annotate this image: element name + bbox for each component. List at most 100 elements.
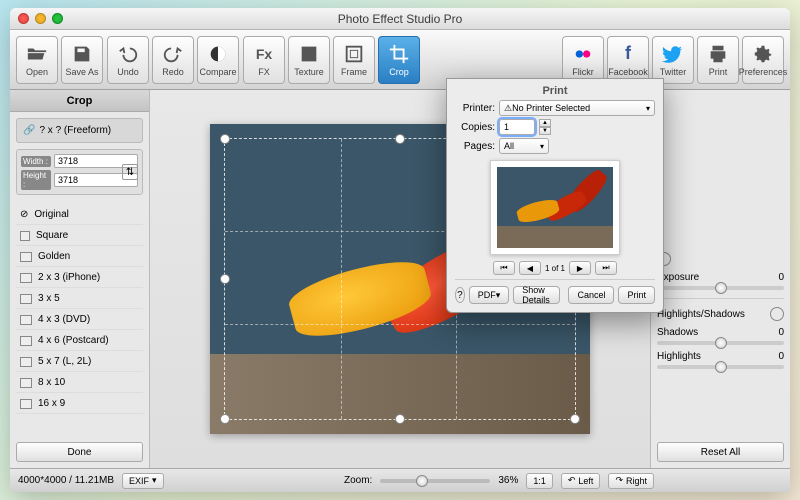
window-title: Photo Effect Studio Pro (10, 12, 790, 26)
cancel-button[interactable]: Cancel (568, 286, 614, 304)
page-indicator: 1 of 1 (545, 264, 565, 273)
rect-icon (20, 357, 32, 367)
zoom-value: 36% (498, 475, 518, 486)
shadows-slider[interactable] (657, 341, 784, 345)
frame-button[interactable]: Frame (333, 36, 375, 84)
aspect-square[interactable]: Square (16, 226, 143, 246)
pages-label: Pages: (455, 141, 495, 152)
highlights-slider[interactable] (657, 365, 784, 369)
aspect-8x10[interactable]: 8 x 10 (16, 373, 143, 393)
swap-dimensions-icon[interactable]: ⇅ (122, 164, 138, 180)
help-button[interactable]: ? (455, 287, 465, 303)
toolbar: Open Save As Undo Redo Compare FxFX Text… (10, 30, 790, 90)
sidebar-title: Crop (10, 90, 149, 112)
exposure-slider[interactable] (657, 286, 784, 290)
rotate-right-button[interactable]: ↷Right (608, 473, 654, 489)
texture-button[interactable]: Texture (288, 36, 330, 84)
printer-select[interactable]: ⚠ No Printer Selected (499, 100, 655, 116)
rect-icon (20, 399, 32, 409)
print-icon (707, 43, 729, 65)
compare-icon (207, 43, 229, 65)
preview-pager: ⏮ ◀ 1 of 1 ▶ ⏭ (455, 261, 655, 275)
no-icon: ⊘ (20, 209, 28, 220)
page-next-button[interactable]: ▶ (569, 261, 591, 275)
zoom-slider[interactable] (380, 479, 490, 483)
aspect-4x6[interactable]: 4 x 6 (Postcard) (16, 331, 143, 351)
page-prev-button[interactable]: ◀ (519, 261, 541, 275)
crop-sidebar: Crop 🔗 ? x ? (Freeform) Width : 3718 Hei… (10, 90, 150, 468)
aspect-5x7[interactable]: 5 x 7 (L, 2L) (16, 352, 143, 372)
exposure-row (657, 252, 784, 266)
height-label: Height : (21, 170, 51, 190)
page-last-button[interactable]: ⏭ (595, 261, 617, 275)
aspect-3x5[interactable]: 3 x 5 (16, 289, 143, 309)
done-button[interactable]: Done (16, 442, 143, 462)
redo-button[interactable]: Redo (152, 36, 194, 84)
aspect-original[interactable]: ⊘Original (16, 205, 143, 225)
titlebar: Photo Effect Studio Pro (10, 8, 790, 30)
pages-select[interactable]: All (499, 138, 549, 154)
rect-icon (20, 252, 32, 262)
save-icon (71, 43, 93, 65)
shadows-row: Shadows0 (657, 327, 784, 345)
aspect-2x3[interactable]: 2 x 3 (iPhone) (16, 268, 143, 288)
traffic-lights (18, 13, 63, 24)
facebook-icon: f (617, 43, 639, 65)
close-icon[interactable] (18, 13, 29, 24)
redo-icon (162, 43, 184, 65)
freeform-aspect[interactable]: 🔗 ? x ? (Freeform) (16, 118, 143, 143)
print-preview (490, 160, 620, 255)
rect-icon (20, 231, 30, 241)
copies-stepper[interactable]: ▲▼ (539, 119, 551, 135)
pdf-button[interactable]: PDF ▾ (469, 286, 510, 304)
flickr-button[interactable]: Flickr (562, 36, 604, 84)
app-window: Photo Effect Studio Pro Open Save As Und… (10, 8, 790, 492)
crop-handle-bl[interactable] (220, 414, 230, 424)
aspect-4x3[interactable]: 4 x 3 (DVD) (16, 310, 143, 330)
gear-icon (752, 43, 774, 65)
crop-handle-ml[interactable] (220, 274, 230, 284)
show-details-button[interactable]: Show Details (513, 286, 560, 304)
adjustments-panel: Exposure0 Highlights/Shadows Shadows0 Hi… (650, 90, 790, 468)
twitter-button[interactable]: Twitter (652, 36, 694, 84)
print-confirm-button[interactable]: Print (618, 286, 655, 304)
copies-input[interactable]: 1 (499, 119, 535, 135)
frame-icon (343, 43, 365, 65)
rotate-left-button[interactable]: ↶Left (561, 473, 601, 489)
facebook-button[interactable]: fFacebook (607, 36, 649, 84)
open-button[interactable]: Open (16, 36, 58, 84)
print-dialog-title: Print (455, 85, 655, 97)
undo-button[interactable]: Undo (107, 36, 149, 84)
exif-button[interactable]: EXIF ▾ (122, 473, 164, 489)
aspect-golden[interactable]: Golden (16, 247, 143, 267)
minimize-icon[interactable] (35, 13, 46, 24)
aspect-16x9[interactable]: 16 x 9 (16, 394, 143, 414)
fx-button[interactable]: FxFX (243, 36, 285, 84)
crop-icon (388, 43, 410, 65)
crop-handle-tl[interactable] (220, 134, 230, 144)
reset-all-button[interactable]: Reset All (657, 442, 784, 462)
undo-icon[interactable] (770, 307, 784, 321)
dimension-inputs: Width : 3718 Height : 3718 ⇅ (16, 149, 143, 195)
crop-handle-br[interactable] (570, 414, 580, 424)
chain-icon: 🔗 (23, 125, 35, 136)
crop-handle-bm[interactable] (395, 414, 405, 424)
crop-button[interactable]: Crop (378, 36, 420, 84)
print-button[interactable]: Print (697, 36, 739, 84)
statusbar: 4000*4000 / 11.21MB EXIF ▾ Zoom: 36% 1:1… (10, 468, 790, 492)
crop-handle-tm[interactable] (395, 134, 405, 144)
folder-open-icon (26, 43, 48, 65)
preferences-button[interactable]: Preferences (742, 36, 784, 84)
compare-button[interactable]: Compare (197, 36, 239, 84)
image-size-info: 4000*4000 / 11.21MB (18, 475, 114, 486)
texture-icon (298, 43, 320, 65)
maximize-icon[interactable] (52, 13, 63, 24)
copies-label: Copies: (455, 122, 495, 133)
rect-icon (20, 315, 32, 325)
content-area: Crop 🔗 ? x ? (Freeform) Width : 3718 Hei… (10, 90, 790, 468)
rect-icon (20, 273, 32, 283)
page-first-button[interactable]: ⏮ (493, 261, 515, 275)
aspect-list: ⊘Original Square Golden 2 x 3 (iPhone) 3… (10, 201, 149, 436)
zoom-1-1-button[interactable]: 1:1 (526, 473, 553, 489)
save-as-button[interactable]: Save As (61, 36, 103, 84)
